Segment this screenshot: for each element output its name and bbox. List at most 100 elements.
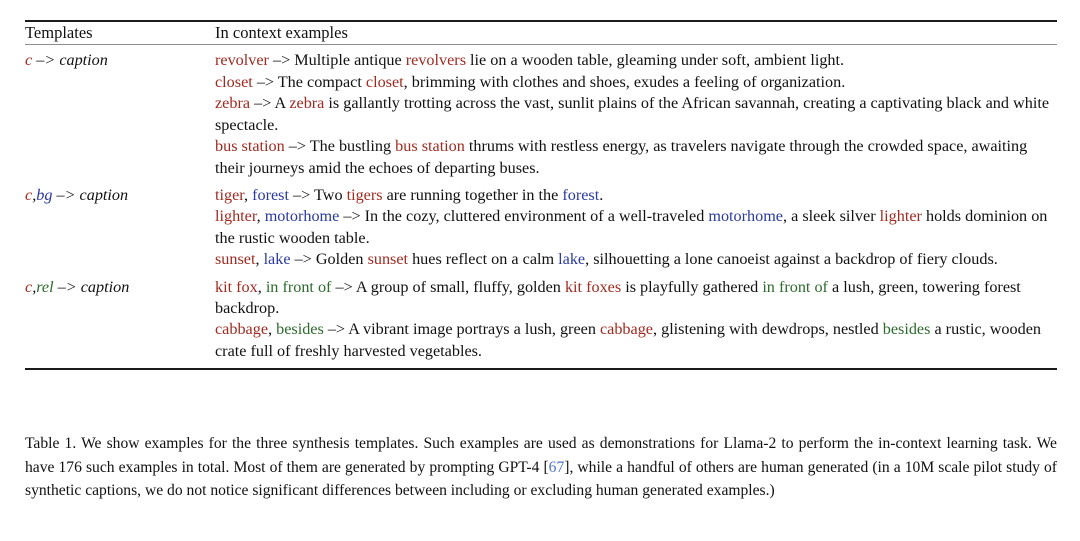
citation-link-67[interactable]: 67 bbox=[549, 459, 565, 476]
examples-cell-0: revolver –> Multiple antique revolvers l… bbox=[215, 45, 1057, 181]
example-token-plain: . bbox=[599, 185, 604, 204]
example-token-concept: sunset bbox=[215, 250, 256, 269]
template-group-row: c,rel –> caption kit fox, in front of –> … bbox=[25, 273, 1057, 368]
template-token-relation: rel bbox=[36, 277, 54, 296]
table-1: Templates In context examples c –> capti… bbox=[25, 20, 1057, 370]
table-header-row: Templates In context examples bbox=[25, 22, 1057, 44]
example-token-arrow: –> bbox=[284, 137, 310, 156]
template-token-arrow: –> bbox=[32, 51, 60, 69]
example-token-plain: A bbox=[274, 94, 290, 113]
example-token-relation: in front of bbox=[265, 277, 332, 296]
example-line: sunset, lake –> Golden sunset hues refle… bbox=[215, 249, 1057, 270]
example-token-background: motorhome bbox=[708, 207, 783, 226]
example-token-concept: revolver bbox=[215, 51, 269, 69]
example-token-concept: kit foxes bbox=[564, 277, 622, 296]
example-token-background: forest bbox=[252, 185, 289, 204]
example-token-plain: , bbox=[256, 207, 265, 226]
example-token-concept: sunset bbox=[367, 250, 409, 269]
example-token-arrow: –> bbox=[268, 51, 295, 69]
examples-cell-2: kit fox, in front of –> A group of small… bbox=[215, 273, 1057, 368]
example-line: kit fox, in front of –> A group of small… bbox=[215, 277, 1057, 319]
template-cell-1: c,bg –> caption bbox=[25, 181, 215, 273]
example-token-arrow: –> bbox=[339, 207, 365, 226]
example-line: closet –> The compact closet, brimming w… bbox=[215, 72, 1057, 93]
template-label: c –> caption bbox=[25, 51, 108, 69]
example-token-plain: lie on a wooden table, gleaming under so… bbox=[466, 51, 845, 69]
example-line: bus station –> The bustling bus station … bbox=[215, 136, 1057, 178]
example-token-concept: closet bbox=[215, 72, 253, 91]
example-token-concept: tigers bbox=[346, 185, 383, 204]
example-token-plain: , glistening with dewdrops, nestled bbox=[653, 320, 883, 339]
template-token-arrow: –> bbox=[53, 277, 81, 296]
example-line: cabbage, besides –> A vibrant image port… bbox=[215, 319, 1057, 361]
example-token-plain: , bbox=[257, 277, 266, 296]
example-token-plain: is gallantly trotting across the vast, s… bbox=[215, 94, 1050, 134]
example-token-concept: tiger bbox=[215, 185, 245, 204]
table-bottom-rule bbox=[25, 367, 1057, 370]
example-token-arrow: –> bbox=[331, 277, 356, 296]
table-body: Templates In context examples bbox=[25, 22, 1057, 44]
example-token-plain: In the cozy, cluttered environment of a … bbox=[364, 207, 709, 226]
caption-label: Table 1. bbox=[25, 435, 77, 452]
column-header-templates: Templates bbox=[25, 23, 93, 42]
example-token-concept: revolvers bbox=[405, 51, 466, 69]
example-token-concept: lighter bbox=[215, 207, 257, 226]
template-cell-0: c –> caption bbox=[25, 45, 215, 181]
example-token-background: motorhome bbox=[264, 207, 340, 226]
example-line: zebra –> A zebra is gallantly trotting a… bbox=[215, 93, 1057, 135]
example-token-plain: hues reflect on a calm bbox=[408, 250, 559, 269]
template-token-plain: caption bbox=[79, 185, 129, 204]
example-line: revolver –> Multiple antique revolvers l… bbox=[215, 50, 1057, 71]
example-token-arrow: –> bbox=[250, 94, 275, 113]
example-token-plain: , a sleek silver bbox=[783, 207, 880, 226]
example-token-background: lake bbox=[263, 250, 291, 269]
example-token-plain: Golden bbox=[315, 250, 368, 269]
example-line: lighter, motorhome –> In the cozy, clutt… bbox=[215, 206, 1057, 248]
example-line: tiger, forest –> Two tigers are running … bbox=[215, 185, 1057, 206]
example-token-plain: A vibrant image portrays a lush, green bbox=[348, 320, 600, 339]
template-group-row: c –> caption revolver –> Multiple antique… bbox=[25, 45, 1057, 181]
example-token-concept: cabbage bbox=[599, 320, 653, 339]
example-token-relation: besides bbox=[276, 320, 324, 339]
example-token-concept: cabbage bbox=[215, 320, 269, 339]
example-token-concept: bus station bbox=[395, 137, 465, 156]
example-token-concept: closet bbox=[365, 72, 404, 91]
example-token-background: forest bbox=[562, 185, 600, 204]
example-token-plain: The compact bbox=[277, 72, 366, 91]
example-token-concept: zebra bbox=[289, 94, 325, 113]
template-cell-2: c,rel –> caption bbox=[25, 273, 215, 368]
template-label: c,rel –> caption bbox=[25, 278, 129, 296]
example-token-background: lake bbox=[558, 250, 586, 269]
templates-table-body-wrap: c –> caption revolver –> Multiple antique… bbox=[25, 45, 1057, 368]
example-token-arrow: –> bbox=[290, 250, 316, 269]
example-token-relation: in front of bbox=[762, 277, 828, 296]
table-figure-page: Templates In context examples c –> capti… bbox=[0, 0, 1080, 541]
template-token-arrow: –> bbox=[52, 185, 80, 204]
template-groups: c –> caption revolver –> Multiple antique… bbox=[25, 45, 1057, 368]
example-token-arrow: –> bbox=[288, 185, 314, 204]
example-token-relation: besides bbox=[882, 320, 931, 339]
examples-cell-1: tiger, forest –> Two tigers are running … bbox=[215, 181, 1057, 273]
example-token-arrow: –> bbox=[323, 320, 349, 339]
example-token-plain: , silhouetting a lone canoeist against a… bbox=[585, 250, 998, 269]
example-token-plain: , bbox=[255, 250, 264, 269]
template-token-plain: caption bbox=[59, 51, 108, 69]
templates-table: Templates In context examples bbox=[25, 22, 1057, 44]
example-token-plain: Two bbox=[314, 185, 347, 204]
example-token-plain: Multiple antique bbox=[294, 51, 406, 69]
template-group-row: c,bg –> caption tiger, forest –> Two tige… bbox=[25, 181, 1057, 273]
table-caption: Table 1. We show examples for the three … bbox=[25, 432, 1057, 503]
example-token-plain: , bbox=[244, 185, 253, 204]
example-token-concept: kit fox bbox=[215, 277, 258, 296]
example-token-arrow: –> bbox=[252, 72, 278, 91]
example-token-plain: , brimming with clothes and shoes, exude… bbox=[403, 72, 846, 91]
example-token-concept: zebra bbox=[215, 94, 251, 113]
example-token-concept: lighter bbox=[879, 207, 922, 226]
example-token-plain: A group of small, fluffy, golden bbox=[355, 277, 565, 296]
example-token-plain: The bustling bbox=[309, 137, 396, 156]
template-token-background: bg bbox=[36, 185, 53, 204]
example-token-plain: , bbox=[268, 320, 277, 339]
example-token-concept: bus station bbox=[215, 137, 285, 156]
column-header-examples: In context examples bbox=[215, 23, 348, 42]
example-token-plain: is playfully gathered bbox=[621, 277, 763, 296]
